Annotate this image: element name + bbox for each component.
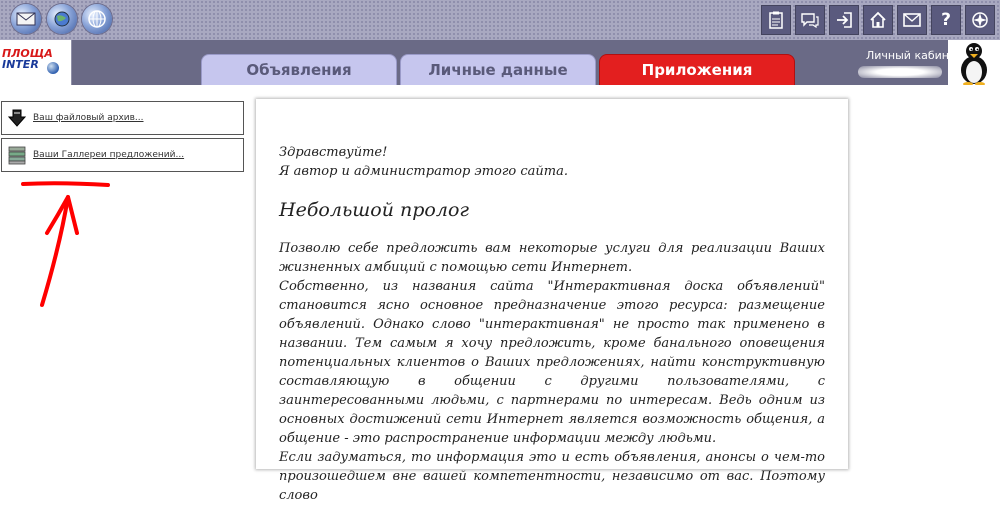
mail-icon[interactable] bbox=[11, 4, 41, 34]
home-icon[interactable] bbox=[863, 5, 893, 35]
clipboard-icon[interactable] bbox=[761, 5, 791, 35]
tab-label: Личные данные bbox=[428, 61, 568, 79]
tab-personal-data[interactable]: Личные данные bbox=[400, 54, 596, 85]
article-paragraph: Собственно, из названия сайта "Интеракти… bbox=[279, 279, 825, 446]
article-panel: Здравствуйте! Я автор и администратор эт… bbox=[256, 99, 848, 503]
greeting-line: Я автор и администратор этого сайта. bbox=[279, 164, 569, 179]
compass-icon[interactable] bbox=[965, 5, 995, 35]
red-arrow-annotation bbox=[21, 181, 110, 307]
blurred-username bbox=[858, 66, 942, 78]
gallery-stack-icon bbox=[7, 145, 27, 165]
article-content: Здравствуйте! Я автор и администратор эт… bbox=[279, 143, 825, 505]
top-bar: ? bbox=[0, 0, 1000, 40]
galleries-link-box[interactable]: Ваши Галлереи предложений... bbox=[1, 138, 244, 172]
logo-text: ПЛОЩА INTER bbox=[2, 47, 53, 71]
globe-icon[interactable] bbox=[82, 4, 112, 34]
archive-download-icon bbox=[7, 108, 27, 128]
site-logo[interactable]: ПЛОЩА INTER bbox=[0, 40, 72, 85]
greeting-line: Здравствуйте! bbox=[279, 145, 388, 160]
envelope-icon[interactable] bbox=[897, 5, 927, 35]
chat-icon[interactable] bbox=[795, 5, 825, 35]
article-paragraph: Позволю себе предложить вам некоторые ус… bbox=[279, 241, 825, 275]
login-icon[interactable] bbox=[829, 5, 859, 35]
tab-announcements[interactable]: Объявления bbox=[201, 54, 397, 85]
tab-label: Объявления bbox=[246, 61, 352, 79]
galleries-link[interactable]: Ваши Галлереи предложений... bbox=[33, 150, 184, 160]
penguin-icon bbox=[961, 43, 987, 85]
help-icon[interactable]: ? bbox=[931, 5, 961, 35]
logo-globe-icon bbox=[47, 62, 59, 74]
avatar[interactable] bbox=[948, 40, 1000, 85]
tab-label: Приложения bbox=[641, 61, 753, 79]
tab-applications[interactable]: Приложения bbox=[599, 54, 795, 85]
article-heading: Небольшой пролог bbox=[279, 199, 469, 221]
file-archive-link[interactable]: Ваш файловый архив... bbox=[33, 113, 144, 123]
earth-mail-icon[interactable] bbox=[47, 4, 77, 34]
file-archive-link-box[interactable]: Ваш файловый архив... bbox=[1, 101, 244, 135]
